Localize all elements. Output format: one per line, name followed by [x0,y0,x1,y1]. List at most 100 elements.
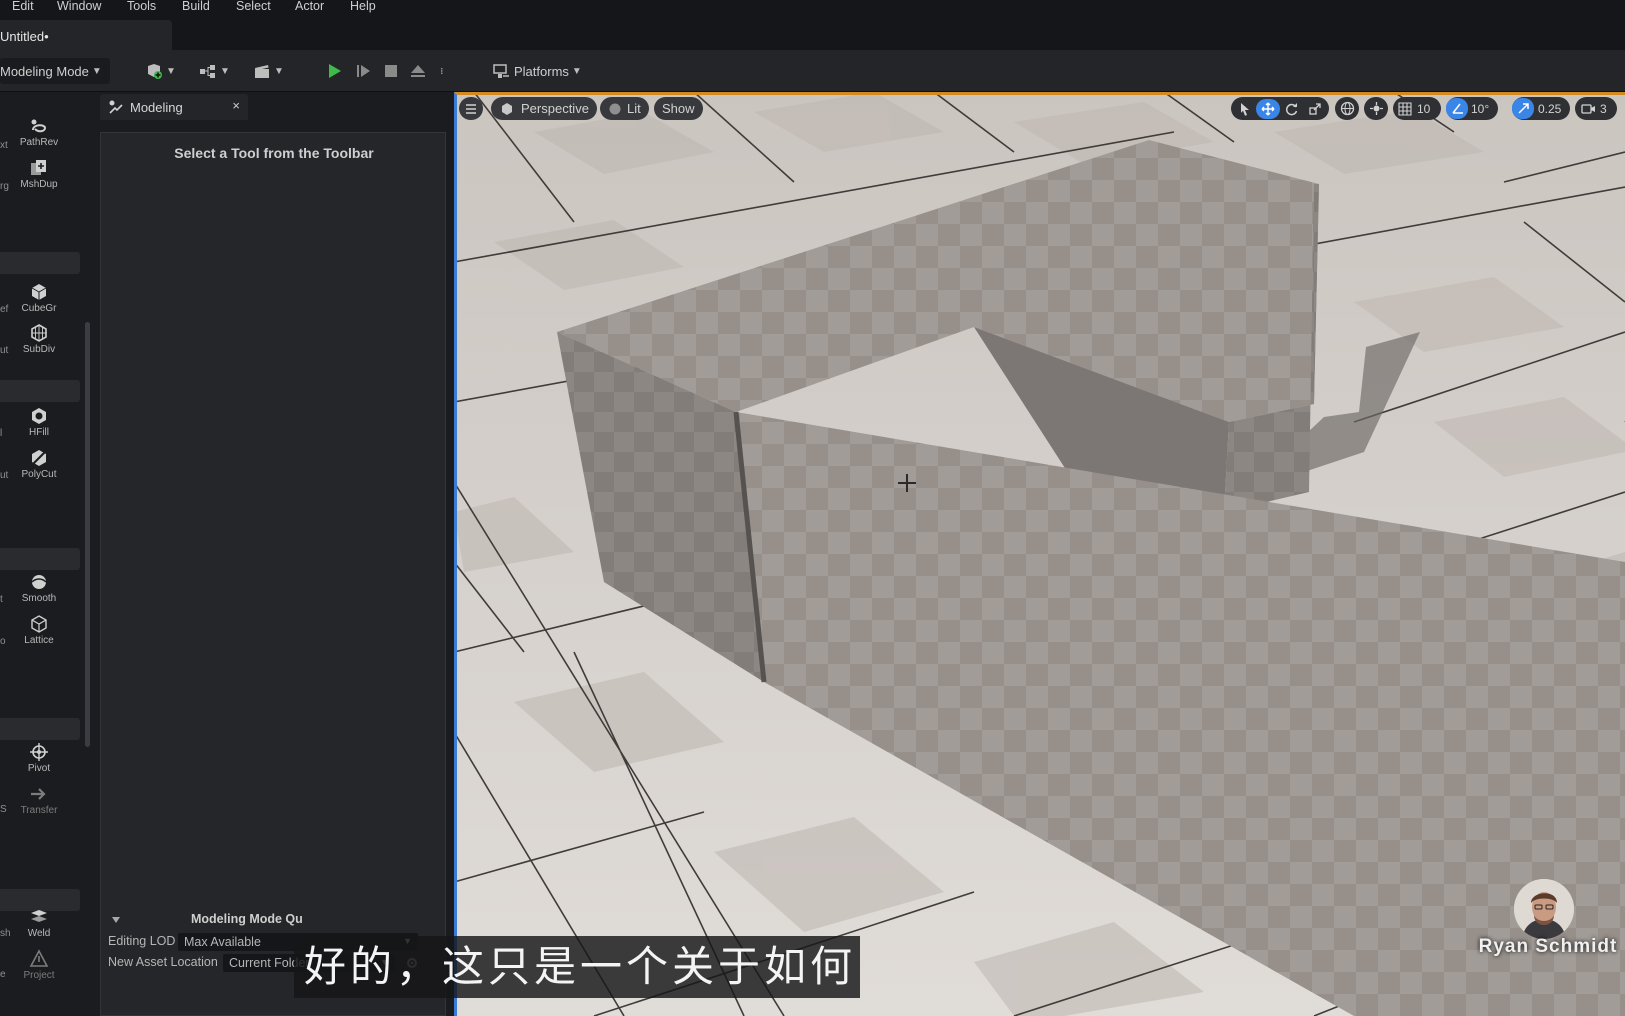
scale-arrow-icon [1517,103,1529,114]
view-mode-button[interactable]: Lit [600,97,649,120]
document-tab-strip: Untitled• [0,16,1625,50]
coordinate-space-button[interactable] [1335,97,1359,120]
clipped-tool-label: sh [0,928,11,939]
clipped-tool-label: e [0,969,6,980]
tool-label: PolyCut [21,469,57,480]
add-actor-button[interactable]: ▼ [145,58,176,84]
tool-transfer[interactable]: Transfer [16,784,62,816]
chevron-down-icon: ▼ [571,65,582,77]
blueprint-button[interactable]: ▼ [199,58,230,84]
clipped-tool-label: S [0,804,7,815]
tool-pivot[interactable]: Pivot [16,742,62,774]
scale-snap-value: 0.25 [1538,101,1562,116]
tool-category-header[interactable] [0,548,80,570]
tool-label: PathRev [19,137,59,148]
scale-snap-toggle[interactable] [1512,98,1534,119]
play-options-button[interactable] [440,58,448,84]
tool-lattice[interactable]: Lattice [16,614,62,646]
tool-weld[interactable]: Weld [16,907,62,939]
presenter-portrait [1514,879,1574,939]
grid-icon [1398,101,1412,116]
viewport-options-button[interactable] [459,97,483,120]
tool-smooth[interactable]: Smooth [16,572,62,604]
clipped-tool-label: ut [0,470,9,481]
camera-icon [1581,103,1595,114]
tool-label: Transfer [20,805,58,816]
modeling-panel-tab[interactable]: Modeling × [100,94,248,120]
kebab-menu-icon [441,68,443,74]
show-label: Show [662,101,695,116]
select-mode-button[interactable] [1234,99,1256,119]
tool-palette-scrollbar[interactable] [85,322,90,747]
pivot-icon [30,743,48,761]
menu-tools[interactable]: Tools [127,0,156,13]
tool-category-header[interactable] [0,380,80,402]
document-tab[interactable]: Untitled• [0,20,172,50]
rotation-snap-button[interactable]: 10° [1446,97,1498,120]
stop-button[interactable] [382,58,400,84]
grid-snap-button[interactable]: 10 [1393,97,1441,120]
tool-category-header[interactable] [0,252,80,274]
scale-icon [1309,102,1321,115]
menu-select[interactable]: Select [236,0,271,13]
subdivide-icon [31,324,47,342]
tool-polycut[interactable]: PolyCut [16,448,62,480]
document-tab-label: Untitled• [0,29,49,44]
surface-snap-icon [1369,102,1383,115]
cinematics-button[interactable]: ▼ [253,58,284,84]
tool-pathrev[interactable]: PathRev [16,116,62,148]
chevron-down-icon: ▼ [220,65,230,77]
platforms-icon [493,64,509,78]
tool-label: CubeGr [21,303,57,314]
tool-label: MshDup [20,179,58,190]
transfer-icon [31,788,46,800]
menu-build[interactable]: Build [182,0,210,13]
play-button[interactable] [325,58,343,84]
clipped-tool-label: rg [0,181,9,192]
tool-label: Smooth [21,593,57,604]
menu-edit[interactable]: Edit [12,0,34,13]
camera-speed-button[interactable]: 3 [1575,97,1617,120]
clapperboard-icon [255,65,269,78]
surface-snapping-button[interactable] [1364,97,1388,120]
tool-label: Lattice [24,635,54,646]
menu-help[interactable]: Help [350,0,376,13]
tool-meshdup[interactable]: MshDup [16,158,62,190]
tool-category-header[interactable] [0,718,80,740]
chevron-down-icon: ▼ [91,65,102,77]
close-icon[interactable]: × [232,98,240,113]
main-toolbar: Modeling Mode ▼ ▼ ▼ ▼ Platforms ▼ [0,50,1625,92]
platforms-label: Platforms [514,63,569,79]
chevron-down-icon: ▼ [274,65,284,77]
tool-cubegrid[interactable]: CubeGr [16,282,62,314]
grid-snap-value: 10 [1417,101,1431,116]
clipped-tool-label: o [0,636,6,647]
platforms-button[interactable]: Platforms ▼ [492,58,582,84]
play-icon [329,64,341,78]
translate-mode-button[interactable] [1256,98,1280,119]
tool-label: HFill [29,427,49,438]
tool-subdiv[interactable]: SubDiv [16,323,62,355]
scale-snap-button[interactable]: 0.25 [1512,97,1570,120]
tool-project[interactable]: Project [16,949,62,981]
advance-frame-button[interactable] [354,58,372,84]
tool-label: Pivot [27,763,51,774]
menu-window[interactable]: Window [57,0,101,13]
mode-selector-button[interactable]: Modeling Mode ▼ [0,58,110,84]
scale-mode-button[interactable] [1304,99,1326,119]
cube-grid-icon [31,284,47,300]
show-flags-button[interactable]: Show [654,97,703,120]
editing-lod-value: Max Available [184,935,261,949]
eject-button[interactable] [409,58,427,84]
collapse-arrow-icon[interactable] [111,915,121,925]
level-viewport[interactable] [454,92,1625,1016]
move-arrows-icon [1261,102,1275,115]
tool-holefill[interactable]: HFill [16,406,62,438]
modeling-panel: Modeling × Select a Tool from the Toolba… [92,92,454,1016]
perspective-button[interactable]: Perspective [491,97,597,120]
rotation-snap-toggle[interactable] [1446,98,1468,119]
rotate-mode-button[interactable] [1280,99,1304,119]
menu-actor[interactable]: Actor [295,0,324,13]
weld-icon [31,910,47,922]
viewport-scene[interactable] [454,92,1625,1016]
